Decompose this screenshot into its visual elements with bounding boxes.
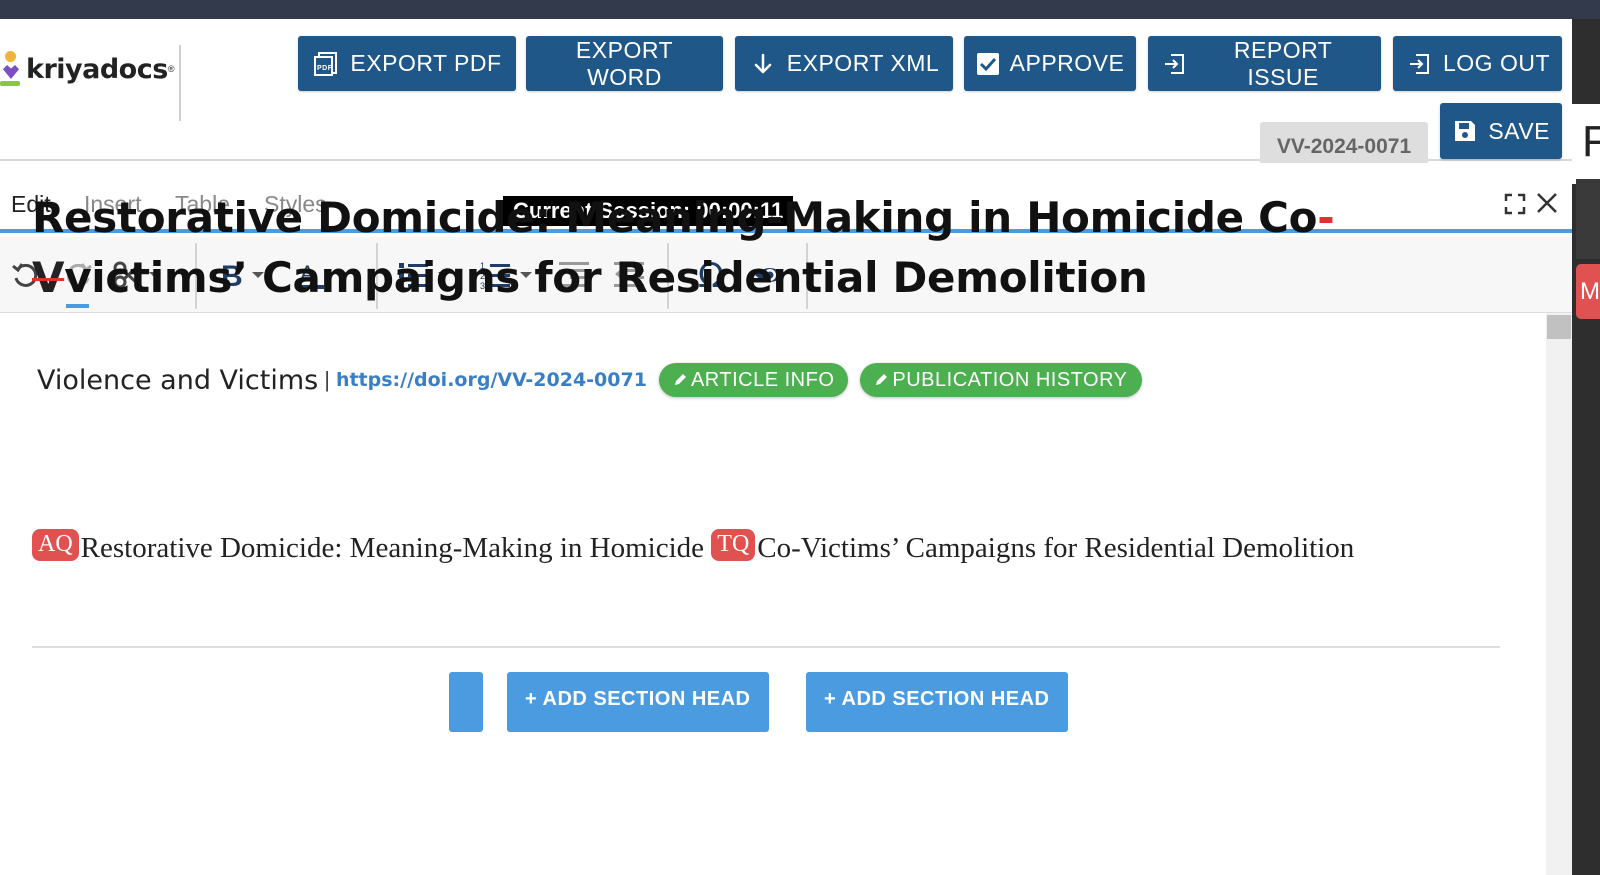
subtitle-text-part1: Restorative Domicide: Meaning-Making in …	[80, 532, 712, 564]
approve-label: APPROVE	[1009, 50, 1125, 76]
scrollbar-thumb[interactable]	[1547, 315, 1571, 339]
add-section-head-button-1[interactable]: + ADD SECTION HEAD	[507, 672, 769, 732]
approve-button[interactable]: APPROVE	[964, 36, 1136, 91]
log-out-button[interactable]: LOG OUT	[1393, 36, 1562, 91]
save-button[interactable]: SAVE	[1440, 103, 1562, 159]
title-deleted-text: V	[32, 253, 65, 302]
save-label: SAVE	[1488, 117, 1550, 144]
export-pdf-button[interactable]: PDF EXPORT PDF	[298, 36, 516, 91]
svg-text:PDF: PDF	[317, 65, 333, 72]
subtitle-text-part2: Co-Victims’ Campaigns for Residential De…	[757, 532, 1355, 564]
close-icon[interactable]	[1535, 191, 1559, 220]
export-word-label: EXPORT WORD	[575, 36, 674, 90]
section-divider	[32, 646, 1500, 648]
logo-divider	[179, 45, 181, 121]
add-section-head-button-2[interactable]: + ADD SECTION HEAD	[806, 672, 1068, 732]
journal-name: Violence and Victims	[37, 364, 319, 396]
app-header: kriyadocs ® PDF EXPORT PDF EXPORT WORD E…	[0, 19, 1572, 172]
publication-history-label: PUBLICATION HISTORY	[892, 368, 1128, 391]
fullscreen-icon[interactable]	[1504, 193, 1526, 220]
download-arrow-icon	[749, 50, 777, 78]
report-issue-label: REPORT ISSUE	[1233, 36, 1333, 90]
side-panel-tab[interactable]: M	[1576, 264, 1600, 319]
logout-icon	[1405, 50, 1433, 78]
side-panel-tab-letter: M	[1580, 278, 1600, 305]
journal-line: Violence and Victims | https://doi.org/V…	[37, 363, 1142, 397]
report-issue-button[interactable]: REPORT ISSUE	[1148, 36, 1381, 91]
doi-link[interactable]: https://doi.org/VV-2024-0071	[336, 369, 647, 391]
log-out-label: LOG OUT	[1443, 50, 1551, 76]
journal-separator: |	[324, 367, 330, 392]
floppy-disk-icon	[1452, 117, 1478, 145]
checkbox-checked-icon	[976, 50, 1000, 78]
title-inserted-text: v	[64, 253, 92, 302]
logo-text: kriyadocs	[26, 53, 168, 85]
article-title[interactable]: Restorative Domicide: Meaning-Making in …	[32, 188, 1352, 308]
article-info-label: ARTICLE INFO	[690, 368, 835, 391]
article-info-button[interactable]: ARTICLE INFO	[658, 363, 849, 397]
export-pdf-label: EXPORT PDF	[350, 50, 502, 76]
article-subtitle[interactable]: AQ Restorative Domicide: Meaning-Making i…	[32, 525, 1452, 571]
title-text-part1: Restorative Domicide: Meaning-Making in …	[32, 193, 1318, 242]
document-content[interactable]: Violence and Victims | https://doi.org/V…	[0, 313, 1546, 875]
side-panel-letter: F	[1582, 117, 1600, 166]
logo-reg-mark: ®	[167, 64, 175, 74]
add-small-button[interactable]	[449, 672, 483, 732]
content-scrollbar[interactable]	[1546, 313, 1572, 875]
logo-mark-icon	[0, 49, 22, 89]
publication-history-button[interactable]: PUBLICATION HISTORY	[860, 363, 1142, 397]
title-tracked-dash: -	[1317, 193, 1335, 242]
pdf-file-icon: PDF	[312, 50, 340, 78]
export-xml-button[interactable]: EXPORT XML	[735, 36, 953, 91]
export-word-button[interactable]: EXPORT WORD	[526, 36, 723, 91]
author-query-badge[interactable]: AQ	[32, 529, 79, 561]
window-top-strip	[0, 0, 1600, 19]
export-xml-label: EXPORT XML	[786, 50, 940, 76]
report-issue-icon	[1160, 50, 1187, 78]
adjacent-panel-edge: F M	[1572, 19, 1600, 875]
pencil-icon	[673, 373, 687, 387]
title-text-part2: ictims’ Campaigns for Residential Demoli…	[91, 253, 1148, 302]
typesetter-query-badge[interactable]: TQ	[711, 529, 756, 561]
kriyadocs-logo: kriyadocs ®	[0, 43, 174, 95]
pencil-icon	[874, 373, 888, 387]
